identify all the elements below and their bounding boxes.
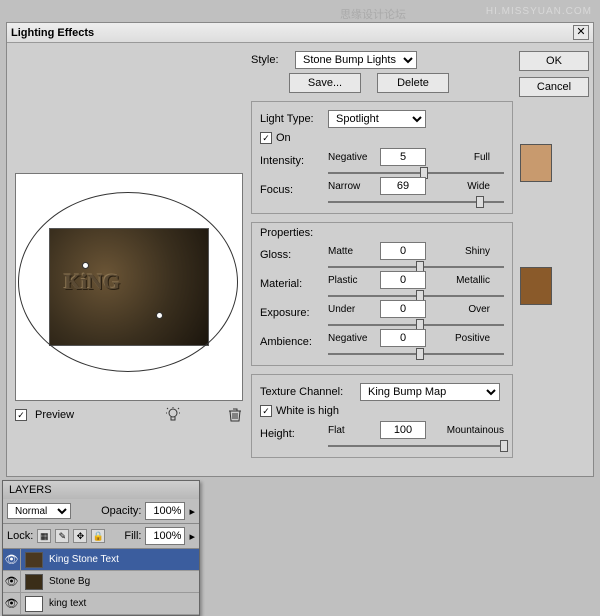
ambience-label: Ambience: bbox=[260, 336, 324, 348]
on-label: On bbox=[276, 132, 291, 144]
layer-thumbnail[interactable] bbox=[25, 596, 43, 612]
exposure-left: Under bbox=[328, 304, 376, 315]
light-handle-edge[interactable] bbox=[156, 312, 163, 319]
delete-button[interactable]: Delete bbox=[377, 73, 449, 93]
properties-group: Properties: Gloss: Matte Shiny bbox=[251, 222, 513, 366]
preview-canvas[interactable]: KiNG bbox=[15, 173, 243, 401]
white-high-checkbox[interactable]: ✓ bbox=[260, 405, 272, 417]
focus-slider[interactable] bbox=[328, 201, 504, 203]
titlebar: Lighting Effects ✕ bbox=[7, 23, 593, 43]
height-left: Flat bbox=[328, 425, 376, 436]
ambient-color-swatch[interactable] bbox=[520, 267, 552, 305]
ambience-input[interactable] bbox=[380, 329, 426, 347]
chevron-right-icon[interactable]: ▸ bbox=[189, 530, 195, 543]
exposure-slider[interactable] bbox=[328, 324, 504, 326]
light-type-group: Light Type: Spotlight ✓ On Intensity: Ne… bbox=[251, 101, 513, 214]
lock-transparent-icon[interactable]: ▦ bbox=[37, 529, 51, 543]
fill-label: Fill: bbox=[124, 530, 141, 542]
close-button[interactable]: ✕ bbox=[573, 25, 589, 40]
visibility-icon[interactable]: 👁 bbox=[3, 593, 21, 614]
properties-legend: Properties: bbox=[260, 227, 313, 239]
material-input[interactable] bbox=[380, 271, 426, 289]
opacity-input[interactable] bbox=[145, 502, 185, 520]
height-input[interactable] bbox=[380, 421, 426, 439]
height-label: Height: bbox=[260, 428, 324, 440]
layers-panel: LAYERS Normal Opacity: ▸ Lock: ▦ ✎ ✥ 🔒 F… bbox=[2, 480, 200, 616]
layer-row[interactable]: 👁 King Stone Text bbox=[3, 549, 199, 571]
material-slider[interactable] bbox=[328, 295, 504, 297]
height-right: Mountainous bbox=[430, 425, 504, 436]
light-type-label: Light Type: bbox=[260, 113, 324, 125]
visibility-icon[interactable]: 👁 bbox=[3, 549, 21, 570]
layer-row[interactable]: 👁 king text bbox=[3, 593, 199, 615]
white-high-label: White is high bbox=[276, 405, 339, 417]
texture-group: Texture Channel: King Bump Map ✓ White i… bbox=[251, 374, 513, 458]
focus-label: Focus: bbox=[260, 184, 324, 196]
gloss-label: Gloss: bbox=[260, 249, 324, 261]
blend-mode-select[interactable]: Normal bbox=[7, 503, 71, 519]
ok-button[interactable]: OK bbox=[519, 51, 589, 71]
on-checkbox[interactable]: ✓ bbox=[260, 132, 272, 144]
material-label: Material: bbox=[260, 278, 324, 290]
light-color-swatch[interactable] bbox=[520, 144, 552, 182]
watermark-cn: 思缘设计论坛 bbox=[340, 6, 406, 22]
visibility-icon[interactable]: 👁 bbox=[3, 571, 21, 592]
fill-input[interactable] bbox=[145, 527, 185, 545]
light-type-select[interactable]: Spotlight bbox=[328, 110, 426, 128]
material-left: Plastic bbox=[328, 275, 376, 286]
intensity-slider[interactable] bbox=[328, 172, 504, 174]
intensity-label: Intensity: bbox=[260, 155, 324, 167]
watermark-url: HI.MISSYUAN.COM bbox=[486, 6, 592, 17]
focus-input[interactable] bbox=[380, 177, 426, 195]
intensity-right: Full bbox=[430, 152, 490, 163]
layer-thumbnail[interactable] bbox=[25, 552, 43, 568]
height-slider[interactable] bbox=[328, 445, 504, 447]
ambience-right: Positive bbox=[430, 333, 490, 344]
layer-name: King Stone Text bbox=[47, 554, 199, 565]
dialog-title: Lighting Effects bbox=[11, 27, 573, 39]
style-label: Style: bbox=[251, 54, 289, 66]
exposure-right: Over bbox=[430, 304, 490, 315]
intensity-left: Negative bbox=[328, 152, 376, 163]
lock-all-icon[interactable]: 🔒 bbox=[91, 529, 105, 543]
layer-row[interactable]: 👁 Stone Bg bbox=[3, 571, 199, 593]
gloss-right: Shiny bbox=[430, 246, 490, 257]
layer-thumbnail[interactable] bbox=[25, 574, 43, 590]
light-handle-center[interactable] bbox=[82, 262, 89, 269]
exposure-input[interactable] bbox=[380, 300, 426, 318]
focus-left: Narrow bbox=[328, 181, 376, 192]
ambience-slider[interactable] bbox=[328, 353, 504, 355]
exposure-label: Exposure: bbox=[260, 307, 324, 319]
focus-right: Wide bbox=[430, 181, 490, 192]
texture-channel-label: Texture Channel: bbox=[260, 386, 356, 398]
light-ellipse[interactable] bbox=[18, 192, 238, 372]
intensity-input[interactable] bbox=[380, 148, 426, 166]
opacity-label: Opacity: bbox=[101, 505, 141, 517]
gloss-slider[interactable] bbox=[328, 266, 504, 268]
chevron-right-icon[interactable]: ▸ bbox=[189, 505, 195, 518]
preview-checkbox[interactable]: ✓ bbox=[15, 409, 27, 421]
ambience-left: Negative bbox=[328, 333, 376, 344]
save-button[interactable]: Save... bbox=[289, 73, 361, 93]
lock-position-icon[interactable]: ✥ bbox=[73, 529, 87, 543]
layer-name: king text bbox=[47, 598, 199, 609]
lock-label: Lock: bbox=[7, 530, 33, 542]
gloss-left: Matte bbox=[328, 246, 376, 257]
layer-name: Stone Bg bbox=[47, 576, 199, 587]
material-right: Metallic bbox=[430, 275, 490, 286]
lock-pixels-icon[interactable]: ✎ bbox=[55, 529, 69, 543]
gloss-input[interactable] bbox=[380, 242, 426, 260]
lighting-effects-dialog: Lighting Effects ✕ KiNG ✓ Preview bbox=[6, 22, 594, 477]
texture-channel-select[interactable]: King Bump Map bbox=[360, 383, 500, 401]
cancel-button[interactable]: Cancel bbox=[519, 77, 589, 97]
lightbulb-icon[interactable] bbox=[165, 407, 181, 423]
style-select[interactable]: Stone Bump Lights bbox=[295, 51, 417, 69]
trash-icon[interactable] bbox=[227, 407, 243, 423]
layers-title: LAYERS bbox=[9, 484, 52, 496]
preview-label: Preview bbox=[35, 409, 74, 421]
